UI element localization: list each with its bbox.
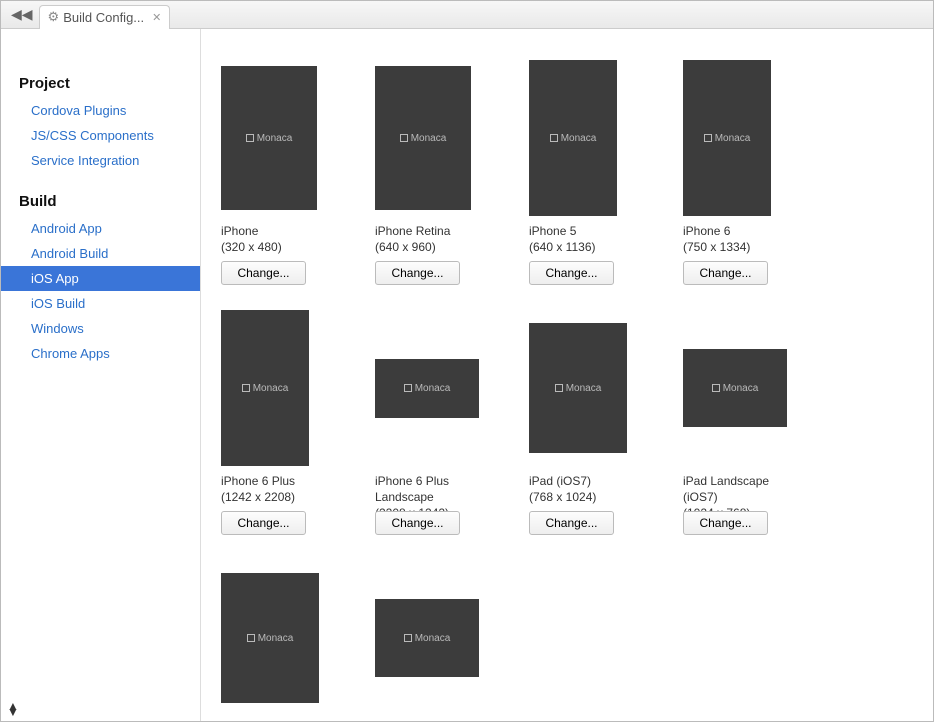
change-button[interactable]: Change... — [529, 511, 614, 535]
splash-thumbnail: Monaca — [375, 66, 471, 210]
splash-title: iPhone 6(750 x 1334) — [683, 223, 805, 255]
main-panel: MonacaiPhone(320 x 480)Change...MonacaiP… — [201, 29, 933, 721]
splash-card: Monaca iPhone 6(750 x 1334) Change... — [683, 59, 805, 285]
gear-icon: ⚙ — [48, 9, 60, 25]
sidebar-item-ios-build[interactable]: iOS Build — [1, 291, 200, 316]
splash-card: Monaca iPhone 6 Plus Landscape(2208 x 124… — [375, 309, 497, 535]
change-button[interactable]: Change... — [221, 261, 306, 285]
splash-card: Monaca iPad Landscape (iOS7)(1024 x 768) C… — [683, 309, 805, 535]
splash-title: iPhone(320 x 480) — [221, 223, 343, 255]
sidebar-item-chrome-apps[interactable]: Chrome Apps — [1, 341, 200, 366]
splash-card: Monaca iPhone Retina(640 x 960) Change... — [375, 59, 497, 285]
splash-thumbnail: Monaca — [683, 60, 771, 216]
sidebar-item-android-app[interactable]: Android App — [1, 216, 200, 241]
change-button[interactable]: Change... — [683, 511, 768, 535]
change-button[interactable]: Change... — [683, 261, 768, 285]
sidebar-item-cordova-plugins[interactable]: Cordova Plugins — [1, 98, 200, 123]
splash-title: iPhone 6 Plus(1242 x 2208) — [221, 473, 343, 505]
tab-build-config[interactable]: ⚙ Build Config... ✕ — [39, 5, 171, 29]
expand-icon[interactable]: ▲▼ — [7, 703, 19, 715]
splash-card: Monaca iPhone(320 x 480) Change... — [221, 59, 343, 285]
splash-card: Monaca iPad (iOS7)(768 x 1024) Change... — [529, 309, 651, 535]
splash-card: Monaca iPhone 6 Plus(1242 x 2208) Change..… — [221, 309, 343, 535]
sidebar-item-service-integration[interactable]: Service Integration — [1, 148, 200, 173]
tab-bar: ◀◀ ⚙ Build Config... ✕ — [1, 1, 933, 29]
splash-title: iPhone Retina(640 x 960) — [375, 223, 497, 255]
splash-title: iPad (iOS7)(768 x 1024) — [529, 473, 651, 505]
splash-card: MonacaiPad Retina Landscape (iOS7)(2048 … — [375, 559, 497, 721]
splash-thumbnail: Monaca — [529, 60, 617, 216]
close-icon[interactable]: ✕ — [152, 11, 161, 24]
sidebar-item-windows[interactable]: Windows — [1, 316, 200, 341]
splash-thumbnail: Monaca — [375, 599, 479, 677]
splash-title: iPhone 6 Plus Landscape(2208 x 1242) — [375, 473, 497, 505]
change-button[interactable]: Change... — [529, 261, 614, 285]
splash-title: iPhone 5(640 x 1136) — [529, 223, 651, 255]
change-button[interactable]: Change... — [221, 511, 306, 535]
splash-thumbnail: Monaca — [529, 323, 627, 453]
splash-thumbnail: Monaca — [221, 310, 309, 466]
sidebar-item-ios-app[interactable]: iOS App — [1, 266, 200, 291]
splash-thumbnail: Monaca — [221, 66, 317, 210]
section-heading-build: Build — [1, 187, 200, 216]
nav-back-button[interactable]: ◀◀ — [5, 6, 39, 23]
splash-thumbnail: Monaca — [221, 573, 319, 703]
sidebar-item-android-build[interactable]: Android Build — [1, 241, 200, 266]
sidebar-item-jscss-components[interactable]: JS/CSS Components — [1, 123, 200, 148]
sidebar: Project Cordova Plugins JS/CSS Component… — [1, 29, 201, 721]
change-button[interactable]: Change... — [375, 261, 460, 285]
splash-thumbnail: Monaca — [683, 349, 787, 427]
change-button[interactable]: Change... — [375, 511, 460, 535]
splash-card: Monaca iPhone 5(640 x 1136) Change... — [529, 59, 651, 285]
splash-grid: MonacaiPhone(320 x 480)Change...MonacaiP… — [221, 29, 913, 721]
tab-title: Build Config... — [63, 10, 144, 25]
section-heading-project: Project — [1, 69, 200, 98]
splash-title: iPad Landscape (iOS7)(1024 x 768) — [683, 473, 805, 505]
splash-thumbnail: Monaca — [375, 359, 479, 418]
splash-card: MonacaiPad Retina (iOS7)(1536 x 2048)Cha… — [221, 559, 343, 721]
